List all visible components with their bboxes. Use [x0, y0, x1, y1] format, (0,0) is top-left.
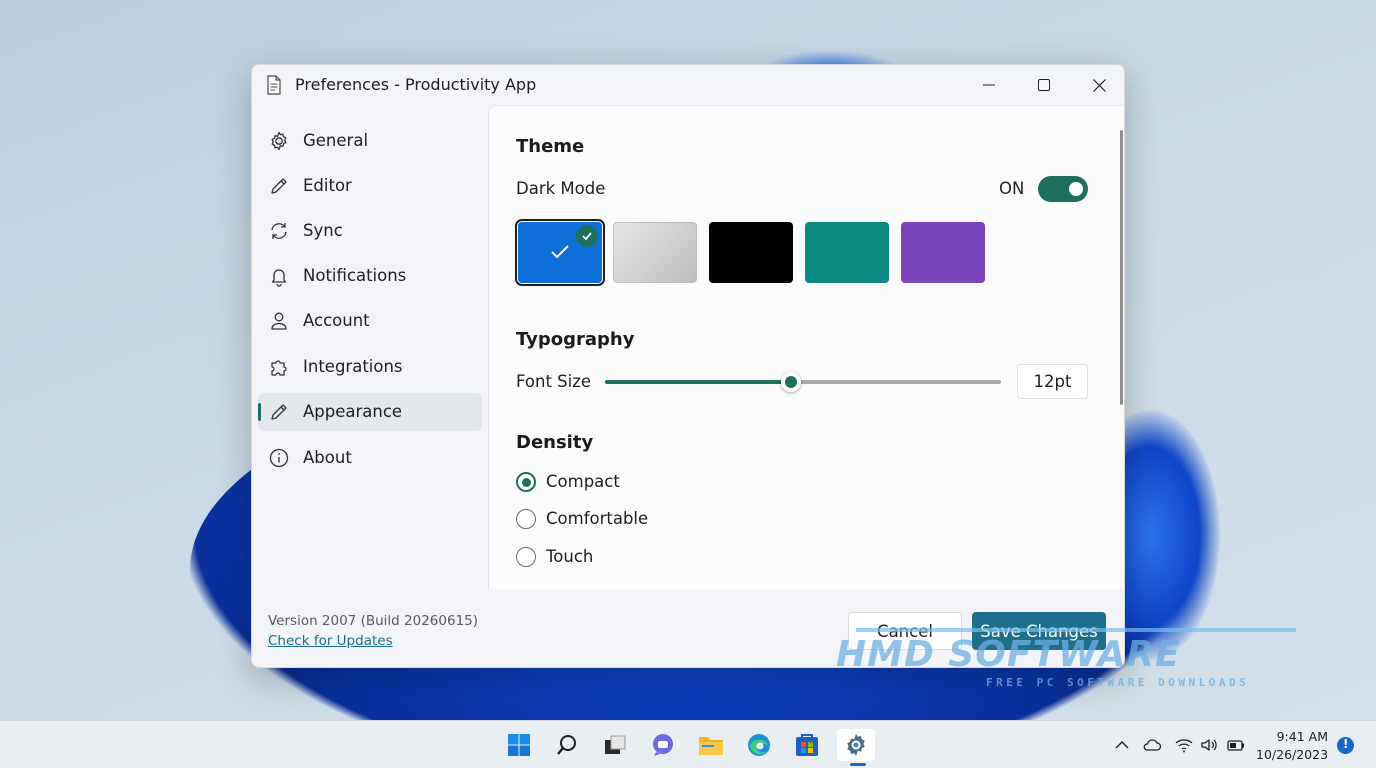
radio-label-touch: Touch [546, 547, 594, 566]
save-label: Save Changes [980, 621, 1098, 641]
theme-heading: Theme [516, 136, 585, 157]
density-heading: Density [516, 432, 594, 453]
sidebar-item-label: Notifications [303, 266, 407, 285]
notification-badge-icon[interactable] [1337, 737, 1354, 754]
sidebar-item-label: Account [303, 311, 370, 330]
window-title: Preferences - Productivity App [295, 75, 537, 94]
chevron-up-icon[interactable] [1112, 735, 1132, 755]
slider-fill [605, 380, 792, 384]
font-size-value: 12pt [1033, 372, 1072, 391]
typography-heading: Typography [516, 329, 635, 350]
windows-icon [508, 734, 530, 756]
folder-icon [699, 737, 723, 755]
sidebar-item-general[interactable]: General [258, 122, 482, 160]
user-icon [271, 312, 287, 330]
preferences-window: Preferences - Productivity App General E… [251, 64, 1125, 668]
search-icon [557, 735, 576, 755]
radio-compact[interactable] [516, 472, 536, 492]
radio-label-comfortable: Comfortable [546, 509, 649, 528]
minimize-icon [983, 84, 995, 86]
chat-icon [653, 734, 673, 756]
close-icon [1092, 78, 1106, 92]
wifi-icon[interactable] [1174, 735, 1194, 755]
sidebar-item-label: General [303, 131, 369, 150]
version-text: Version 2007 (Build 20260615) [268, 613, 479, 629]
edge-icon [748, 734, 770, 756]
gear-icon [271, 131, 287, 151]
battery-icon[interactable] [1226, 735, 1246, 755]
sidebar-item-label: Appearance [303, 402, 403, 421]
sidebar-item-label: Integrations [303, 357, 403, 376]
pencil-icon [271, 404, 287, 420]
store-icon [796, 734, 818, 756]
chat-button[interactable] [647, 729, 679, 761]
check-icon [551, 245, 569, 259]
pencil-icon [271, 178, 287, 194]
swatch-teal[interactable] [805, 222, 889, 283]
volume-icon[interactable] [1199, 735, 1219, 755]
task-view-icon [605, 735, 626, 754]
sidebar-item-appearance[interactable]: Appearance [258, 393, 482, 431]
search-button[interactable] [551, 729, 583, 761]
swatch-blue[interactable] [515, 219, 605, 286]
edge-browser-button[interactable] [743, 729, 775, 761]
sidebar-item-integrations[interactable]: Integrations [258, 348, 482, 386]
sidebar-item-notifications[interactable]: Notifications [258, 257, 482, 295]
scrollbar[interactable] [1120, 130, 1123, 405]
selected-badge [576, 225, 598, 247]
puzzle-icon [271, 360, 287, 376]
maximize-icon [1038, 79, 1050, 91]
clock-time[interactable]: 9:41 AM [1262, 729, 1328, 744]
clock-date[interactable]: 10/26/2023 [1256, 747, 1328, 762]
dark-mode-state: ON [999, 179, 1025, 198]
swatch-purple[interactable] [901, 222, 985, 283]
cancel-label: Cancel [877, 621, 933, 641]
sidebar-item-editor[interactable]: Editor [258, 167, 482, 205]
active-app-indicator [850, 763, 866, 766]
font-size-value-box[interactable]: 12pt [1017, 364, 1088, 399]
store-button[interactable] [791, 729, 823, 761]
swatch-silver[interactable] [613, 222, 697, 283]
slider-thumb[interactable] [781, 372, 802, 392]
sidebar: General Editor Sync Notifications Accoun… [252, 105, 488, 667]
minimize-button[interactable] [962, 65, 1016, 105]
file-explorer-button[interactable] [695, 729, 727, 761]
sidebar-item-sync[interactable]: Sync [258, 212, 482, 250]
cloud-icon[interactable] [1142, 735, 1162, 755]
sidebar-item-label: About [303, 448, 352, 467]
close-button[interactable] [1072, 65, 1124, 105]
appearance-panel: Theme Dark Mode ON Typography Font Size … [488, 105, 1124, 589]
sidebar-item-about[interactable]: About [258, 439, 482, 477]
dark-mode-label: Dark Mode [516, 179, 606, 198]
save-changes-button[interactable]: Save Changes [972, 612, 1106, 650]
sidebar-item-label: Sync [303, 221, 343, 240]
radio-label-compact: Compact [546, 472, 620, 491]
dark-mode-toggle[interactable] [1038, 176, 1088, 202]
settings-app-button[interactable] [837, 729, 875, 761]
radio-touch[interactable] [516, 547, 536, 567]
check-icon [582, 232, 592, 241]
cancel-button[interactable]: Cancel [848, 612, 962, 650]
gear-icon [847, 734, 865, 756]
sync-icon [271, 223, 287, 239]
check-updates-link[interactable]: Check for Updates [268, 633, 393, 649]
font-size-slider[interactable] [605, 372, 1001, 392]
maximize-button[interactable] [1017, 65, 1071, 105]
document-icon [267, 75, 281, 95]
radio-comfortable[interactable] [516, 509, 536, 529]
sidebar-item-account[interactable]: Account [258, 302, 482, 340]
task-view-button[interactable] [599, 729, 631, 761]
font-size-label: Font Size [516, 372, 592, 391]
taskbar: 9:41 AM 10/26/2023 [0, 720, 1376, 768]
info-icon [269, 448, 289, 468]
bell-icon [271, 269, 287, 287]
sidebar-item-label: Editor [303, 176, 352, 195]
swatch-black[interactable] [709, 222, 793, 283]
start-button[interactable] [503, 729, 535, 761]
title-bar[interactable]: Preferences - Productivity App [252, 65, 1124, 105]
